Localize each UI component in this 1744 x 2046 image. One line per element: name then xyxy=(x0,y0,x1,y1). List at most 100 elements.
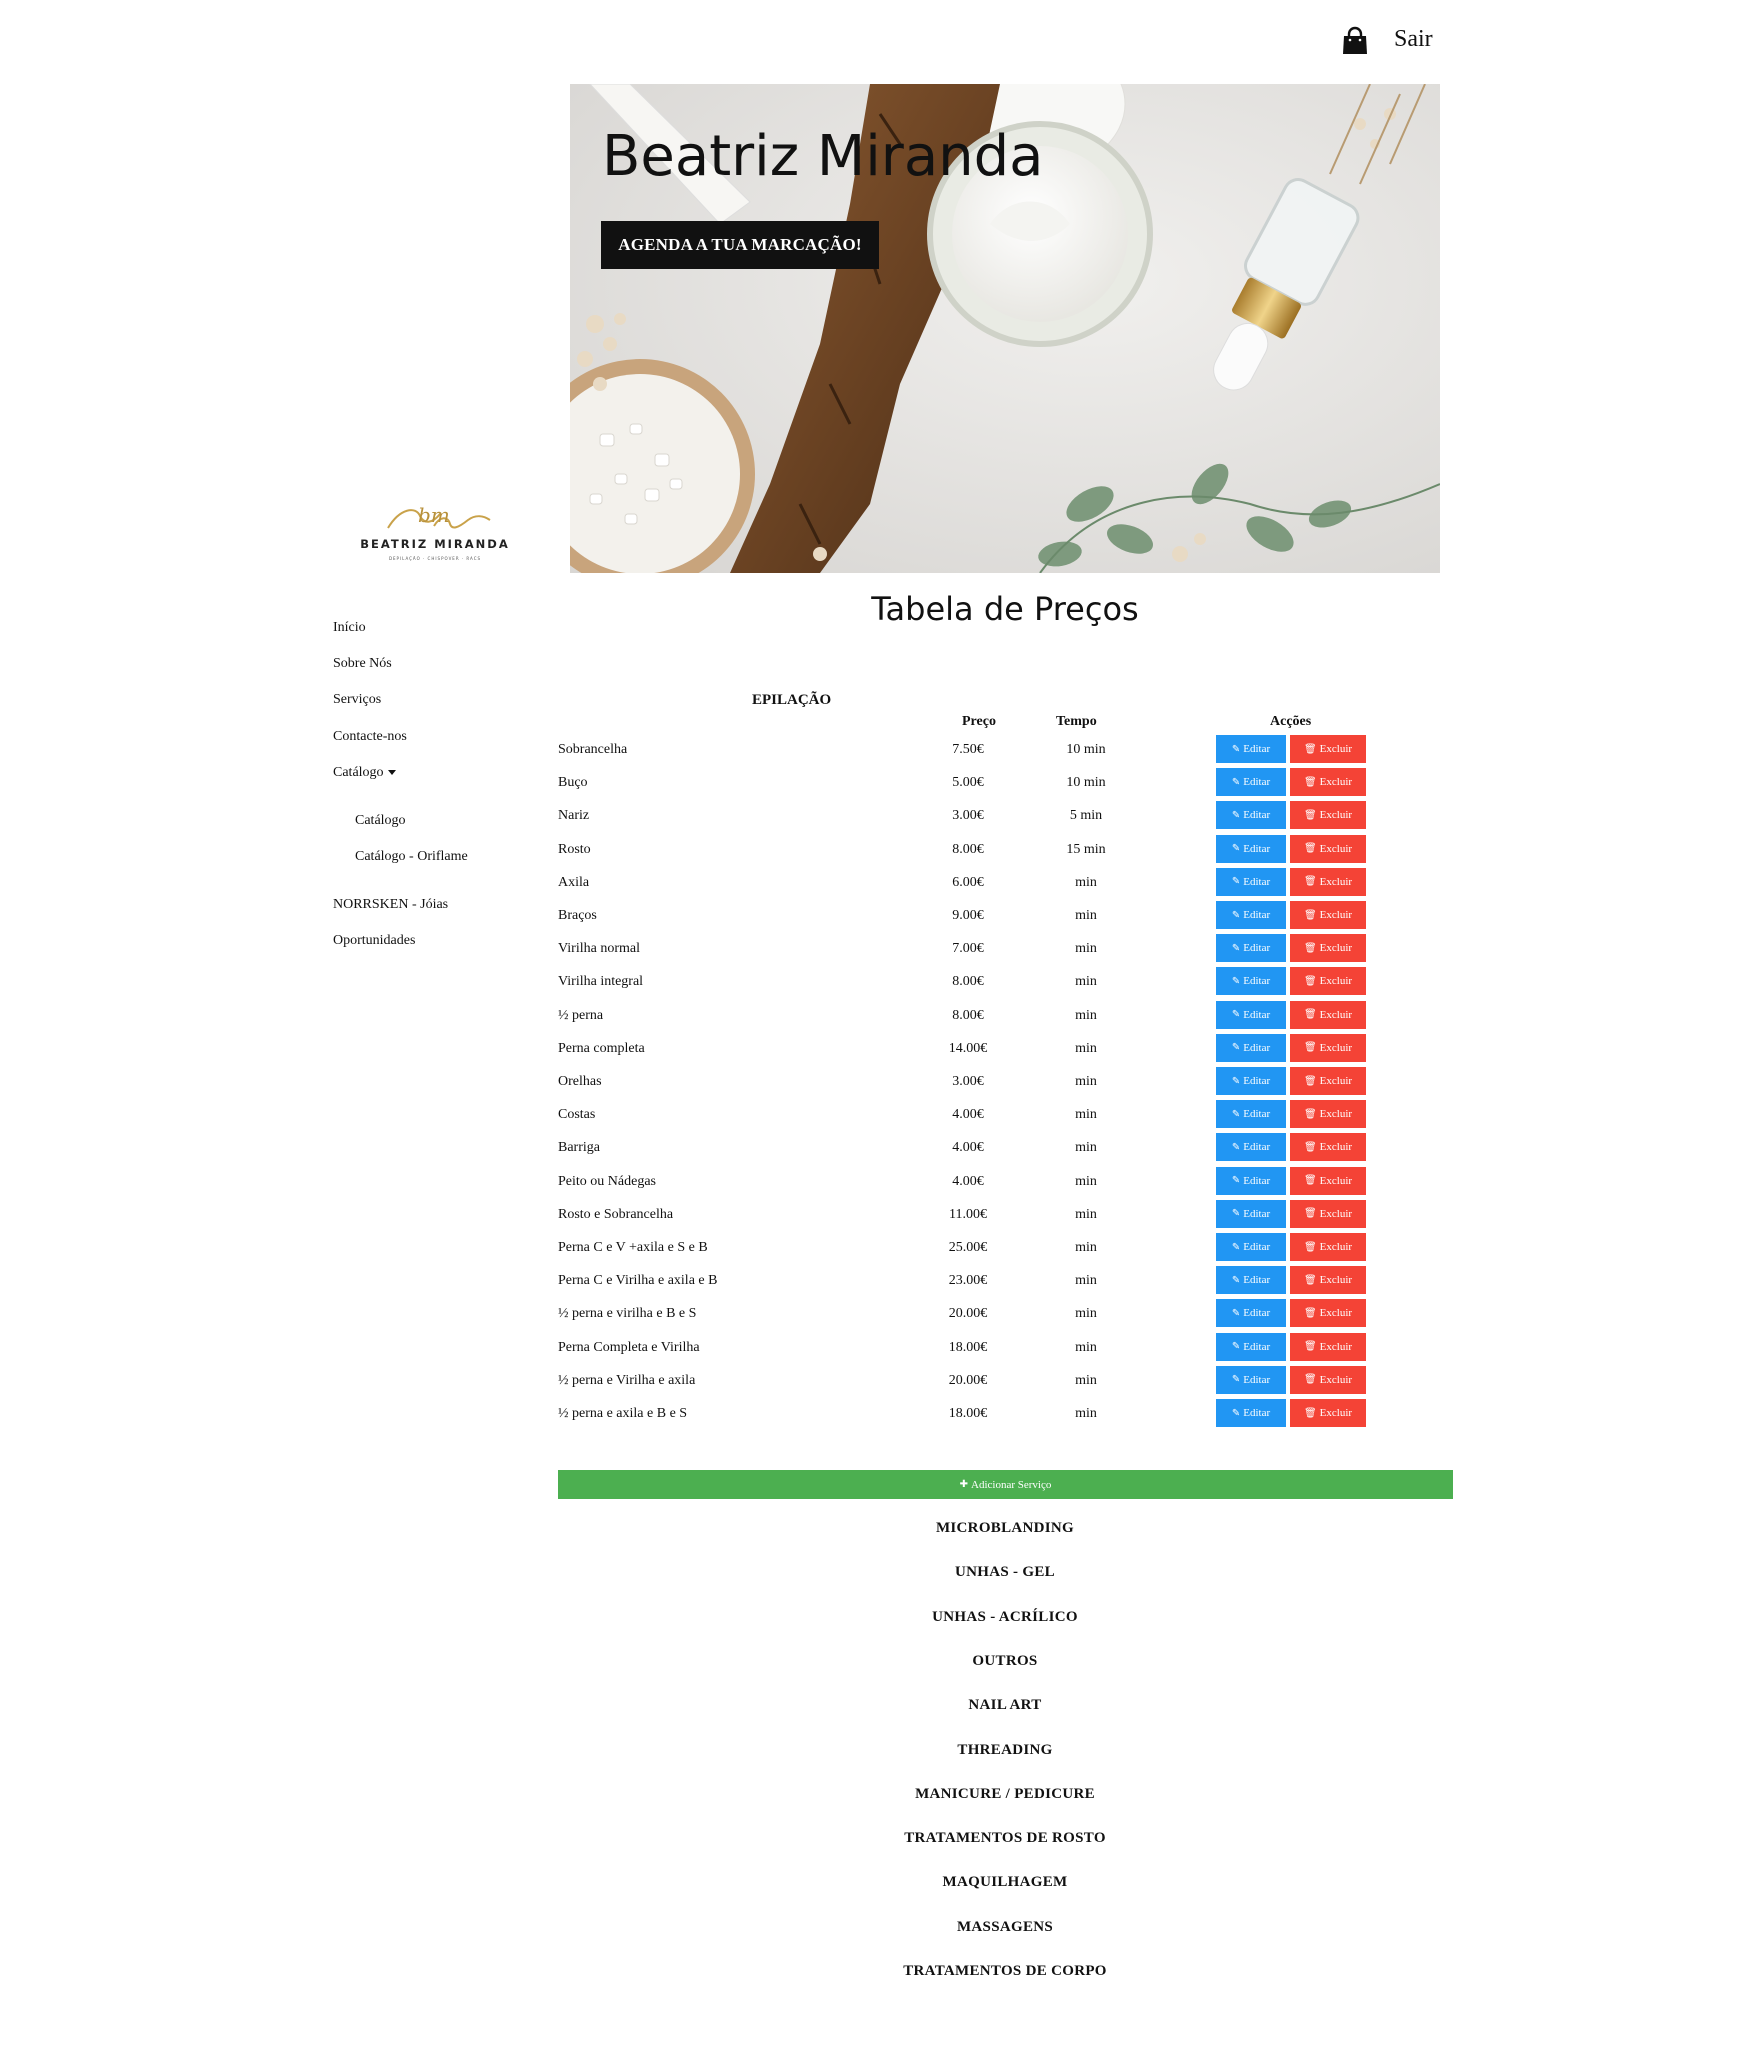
book-appointment-button[interactable]: AGENDA A TUA MARCAÇÃO! xyxy=(601,221,879,269)
trash-icon: 🗑 xyxy=(1303,809,1317,821)
delete-label: Excluir xyxy=(1319,1373,1353,1386)
sidebar-subitem-catalogo-oriflame[interactable]: Catálogo - Oriflame xyxy=(355,849,468,865)
service-price: 9.00€ xyxy=(952,908,984,923)
trash-icon: 🗑 xyxy=(1303,743,1317,755)
delete-button[interactable]: 🗑 Excluir xyxy=(1290,1166,1366,1195)
edit-button[interactable]: ✎ Editar xyxy=(1216,1365,1286,1394)
edit-button[interactable]: ✎ Editar xyxy=(1216,1299,1286,1328)
delete-button[interactable]: 🗑 Excluir xyxy=(1290,1199,1366,1228)
delete-button[interactable]: 🗑 Excluir xyxy=(1290,967,1366,996)
delete-button[interactable]: 🗑 Excluir xyxy=(1290,1000,1366,1029)
section-title[interactable]: OUTROS xyxy=(570,1653,1440,1670)
sidebar-item-servicos[interactable]: Serviços xyxy=(333,692,381,708)
delete-button[interactable]: 🗑 Excluir xyxy=(1290,1233,1366,1261)
delete-label: Excluir xyxy=(1319,942,1353,955)
table-row: ½ perna e virilha e B e S 20.00€ min ✎ Edita… xyxy=(558,1299,1378,1329)
sidebar-item-norrsken[interactable]: NORRSKEN - Jóias xyxy=(333,897,448,913)
trash-icon: 🗑 xyxy=(1303,1175,1317,1187)
section-title[interactable]: MANICURE / PEDICURE xyxy=(570,1786,1440,1803)
edit-button[interactable]: ✎ Editar xyxy=(1216,934,1286,963)
service-name: Braços xyxy=(558,908,597,923)
edit-button[interactable]: ✎ Editar xyxy=(1216,1033,1286,1062)
pencil-icon: ✎ xyxy=(1231,876,1241,888)
sidebar-item-catalogo-dropdown[interactable]: Catálogo xyxy=(333,765,396,781)
edit-button[interactable]: ✎ Editar xyxy=(1216,867,1286,896)
table-row: Peito ou Nádegas 4.00€ min ✎ Editar 🗑 Excluir xyxy=(558,1166,1378,1197)
section-title[interactable]: NAIL ART xyxy=(570,1697,1440,1714)
edit-button[interactable]: ✎ Editar xyxy=(1216,834,1286,863)
edit-button[interactable]: ✎ Editar xyxy=(1216,967,1286,996)
edit-button[interactable]: ✎ Editar xyxy=(1216,1000,1286,1029)
edit-button[interactable]: ✎ Editar xyxy=(1216,768,1286,797)
section-title[interactable]: UNHAS - ACRÍLICO xyxy=(570,1609,1440,1626)
add-service-button[interactable]: ✚ Adicionar Serviço xyxy=(558,1470,1453,1499)
delete-button[interactable]: 🗑 Excluir xyxy=(1290,867,1366,896)
edit-button[interactable]: ✎ Editar xyxy=(1216,1199,1286,1228)
delete-button[interactable]: 🗑 Excluir xyxy=(1290,1365,1366,1394)
section-title[interactable]: MAQUILHAGEM xyxy=(570,1874,1440,1891)
delete-button[interactable]: 🗑 Excluir xyxy=(1290,1133,1366,1162)
section-title[interactable]: TRATAMENTOS DE ROSTO xyxy=(570,1830,1440,1847)
edit-button[interactable]: ✎ Editar xyxy=(1216,901,1286,929)
shopping-bag-icon[interactable] xyxy=(1340,26,1370,56)
edit-label: Editar xyxy=(1243,1274,1271,1287)
delete-button[interactable]: 🗑 Excluir xyxy=(1290,768,1366,797)
delete-button[interactable]: 🗑 Excluir xyxy=(1290,1067,1366,1095)
delete-button[interactable]: 🗑 Excluir xyxy=(1290,735,1366,763)
service-price: 3.00€ xyxy=(952,808,984,824)
table-row: Barriga 4.00€ min ✎ Editar 🗑 Excluir xyxy=(558,1133,1378,1163)
sidebar-subitem-catalogo[interactable]: Catálogo xyxy=(355,813,406,829)
delete-button[interactable]: 🗑 Excluir xyxy=(1290,934,1366,963)
delete-button[interactable]: 🗑 Excluir xyxy=(1290,801,1366,830)
trash-icon: 🗑 xyxy=(1303,1009,1317,1021)
sidebar-item-sobre-nos[interactable]: Sobre Nós xyxy=(333,656,392,672)
sidebar-item-oportunidades[interactable]: Oportunidades xyxy=(333,933,415,949)
section-title[interactable]: MASSAGENS xyxy=(570,1919,1440,1936)
edit-label: Editar xyxy=(1243,1340,1271,1353)
delete-label: Excluir xyxy=(1319,1041,1353,1054)
pencil-icon: ✎ xyxy=(1231,1075,1241,1087)
service-time: min xyxy=(1075,1273,1097,1289)
trash-icon: 🗑 xyxy=(1303,1374,1317,1386)
edit-button[interactable]: ✎ Editar xyxy=(1216,1399,1286,1427)
edit-button[interactable]: ✎ Editar xyxy=(1216,1266,1286,1295)
delete-button[interactable]: 🗑 Excluir xyxy=(1290,1100,1366,1129)
edit-button[interactable]: ✎ Editar xyxy=(1216,1233,1286,1261)
edit-button[interactable]: ✎ Editar xyxy=(1216,1133,1286,1162)
delete-button[interactable]: 🗑 Excluir xyxy=(1290,901,1366,929)
service-name: Virilha normal xyxy=(558,941,640,957)
service-name: ½ perna xyxy=(558,1007,604,1023)
delete-button[interactable]: 🗑 Excluir xyxy=(1290,1399,1366,1427)
edit-button[interactable]: ✎ Editar xyxy=(1216,1332,1286,1361)
delete-button[interactable]: 🗑 Excluir xyxy=(1290,1033,1366,1062)
edit-button[interactable]: ✎ Editar xyxy=(1216,1100,1286,1129)
edit-button[interactable]: ✎ Editar xyxy=(1216,801,1286,830)
edit-button[interactable]: ✎ Editar xyxy=(1216,735,1286,763)
edit-button[interactable]: ✎ Editar xyxy=(1216,1166,1286,1195)
sidebar-item-inicio[interactable]: Início xyxy=(333,620,366,636)
pencil-icon: ✎ xyxy=(1231,1307,1241,1319)
trash-icon: 🗑 xyxy=(1303,1341,1317,1353)
trash-icon: 🗑 xyxy=(1303,909,1317,921)
section-title[interactable]: TRATAMENTOS DE CORPO xyxy=(570,1963,1440,1980)
logo-tagline: DEPILAÇÃO · CHISPOVER · RACS xyxy=(389,556,481,561)
section-title[interactable]: MICROBLANDING xyxy=(570,1520,1440,1537)
logout-link[interactable]: Sair xyxy=(1394,26,1433,53)
edit-button[interactable]: ✎ Editar xyxy=(1216,1067,1286,1095)
delete-button[interactable]: 🗑 Excluir xyxy=(1290,834,1366,863)
service-time: min xyxy=(1075,1140,1097,1156)
section-title[interactable]: UNHAS - GEL xyxy=(570,1564,1440,1581)
delete-button[interactable]: 🗑 Excluir xyxy=(1290,1299,1366,1328)
delete-button[interactable]: 🗑 Excluir xyxy=(1290,1332,1366,1361)
edit-label: Editar xyxy=(1243,1373,1271,1386)
section-title[interactable]: THREADING xyxy=(570,1742,1440,1759)
trash-icon: 🗑 xyxy=(1303,776,1317,788)
caret-down-icon xyxy=(387,770,396,776)
sidebar-item-contacte-nos[interactable]: Contacte-nos xyxy=(333,729,407,745)
trash-icon: 🗑 xyxy=(1303,1108,1317,1120)
edit-label: Editar xyxy=(1243,743,1271,755)
service-time: 5 min xyxy=(1069,808,1103,824)
service-time: min xyxy=(1075,1074,1097,1089)
service-price: 4.00€ xyxy=(952,1140,984,1156)
delete-button[interactable]: 🗑 Excluir xyxy=(1290,1266,1366,1295)
